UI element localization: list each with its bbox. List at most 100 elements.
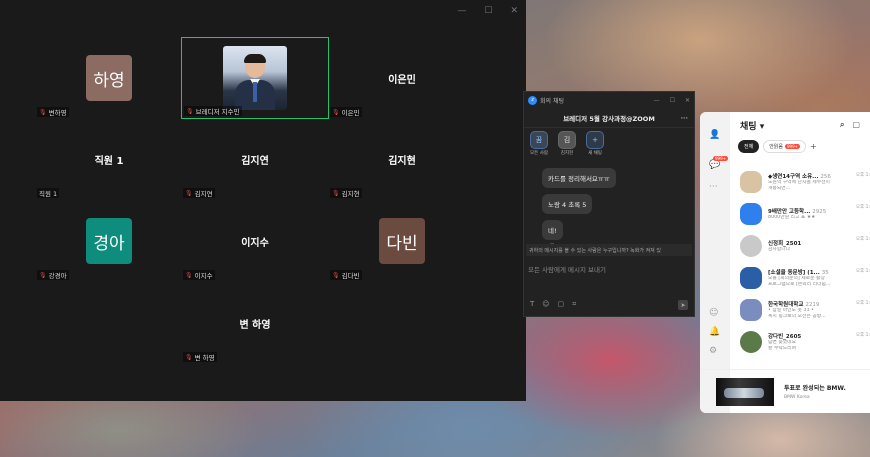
participant-name: 직원 1 (39, 190, 58, 198)
tab-label: 새 채팅 (588, 151, 602, 156)
participant-name: 이지수 (194, 272, 213, 280)
chat-input[interactable]: 모든 사람에게 메시지 보내기 (528, 264, 606, 274)
message-preview: 프로그램으로 [본외리 리더쉽... (768, 282, 831, 287)
page-title[interactable]: 채팅 ▾ (740, 119, 764, 132)
list-item[interactable]: [소셜클 동문방] (1... 35 오늘 [회의문의] 새로운 활장 프로그램으… (730, 262, 870, 294)
video-tile-jiyeon[interactable]: 김지연 🎙 김지연 (181, 118, 329, 200)
video-tile-jihyun[interactable]: 김지현 🎙 김지현 (328, 118, 476, 200)
avatar: 경아 (86, 218, 132, 264)
mic-muted-icon: 🎙 (185, 353, 193, 361)
participant-name: 김다빈 (341, 272, 360, 280)
mic-muted-icon: 🎙 (332, 108, 340, 116)
video-tile-speaker[interactable]: 🎙 브레디저 지수민 (181, 37, 329, 119)
speaker-video (223, 46, 287, 110)
ad-sponsor: BMW Korea (784, 395, 810, 400)
minimize-icon[interactable]: — (654, 97, 660, 104)
filter-label: 안읽음 (769, 143, 784, 150)
participant-label: 직원 1 (94, 155, 124, 167)
message-preview: 8000만원 리고 표 ★★ (768, 215, 816, 220)
mic-muted-icon: 🎙 (332, 271, 340, 279)
video-tile-eunmin[interactable]: 이은민 🎙 이은민 (328, 37, 476, 119)
new-chat-icon[interactable]: ▢ (852, 120, 860, 130)
everyone-icon: 꿈 (530, 131, 548, 149)
filter-unread[interactable]: 안읽음 999+ (763, 139, 807, 153)
timestamp: 오후 1: (855, 333, 870, 338)
list-item[interactable]: ◆생연14구역 소유... 256 노원역 구역에 단지별 세부선이 개봉되면..… (730, 166, 870, 198)
mic-muted-icon: 🎙 (185, 271, 193, 279)
video-tile-hayoung[interactable]: 하영 🎙 변하영 (35, 37, 183, 119)
maximize-icon[interactable]: ☐ (484, 6, 492, 16)
tab-label: 김지현 (560, 151, 574, 156)
send-icon[interactable]: ➤ (678, 300, 688, 310)
participant-label: 김지현 (388, 155, 416, 167)
list-item[interactable]: 신정희_2501 감사합니다 오후 1: (730, 230, 870, 262)
participant-name: 브레디저 지수민 (195, 108, 240, 116)
close-icon[interactable]: ✕ (685, 97, 690, 104)
participant-name: 변하영 (48, 109, 67, 117)
video-tile-staff1[interactable]: 직원 1 직원 1 (35, 118, 183, 200)
mic-muted-icon: 🎙 (39, 271, 47, 279)
more-icon[interactable]: ··· (709, 182, 718, 192)
plus-icon: + (586, 131, 604, 149)
chat-tab-everyone[interactable]: 꿈 모든 사람 (528, 131, 550, 158)
timestamp: 오후 1: (855, 205, 870, 210)
mic-muted-icon: 🎙 (332, 189, 340, 197)
tab-label: 모든 사람 (530, 151, 548, 156)
list-item[interactable]: 9배만안 고등학... 2925 8000만원 리고 표 ★★ 오후 1: (730, 198, 870, 230)
mic-muted-icon: 🎙 (39, 108, 47, 116)
avatar (740, 203, 762, 225)
timestamp: 오후 1: (855, 301, 870, 306)
kakao-sidebar: 👤 💬 999+ ··· ☺ 🔔 ⚙ (700, 112, 730, 413)
chat-message: 네! (542, 220, 563, 240)
participant-name: 김지연 (194, 190, 213, 198)
kakaotalk-window: 👤 💬 999+ ··· ☺ 🔔 ⚙ 채팅 ▾ ⌕ ▢ 전체 안읽음 999+ + … (700, 112, 870, 413)
mic-muted-icon: 🎙 (185, 189, 193, 197)
avatar: 다빈 (379, 218, 425, 264)
chat-message: 카드를 정리해서요ㅠㅠ (542, 168, 616, 188)
chat-list: ◆생연14구역 소유... 256 노원역 구역에 단지별 세부선이 개봉되면..… (730, 166, 870, 358)
maximize-icon[interactable]: ☐ (670, 97, 675, 104)
add-filter-icon[interactable]: + (810, 142, 817, 151)
emoticon-icon[interactable]: ☺ (709, 308, 718, 318)
close-icon[interactable]: ✕ (510, 6, 518, 16)
list-item[interactable]: 한국학원대학교 2219 • 삼일 마인도 옷 33 • 혹시 핑크보의 오전은 … (730, 294, 870, 326)
video-tile-jisu[interactable]: 이지수 🎙 이지수 (181, 200, 329, 282)
participant-label: 변 하영 (239, 319, 271, 331)
chat-tab-jihyun[interactable]: 김 김지현 (556, 131, 578, 158)
settings-icon[interactable]: ⚙ (709, 346, 717, 356)
video-tile-dabin[interactable]: 다빈 🎙 김다빈 (328, 200, 476, 282)
avatar (740, 299, 762, 321)
participant-name: 이은민 (341, 109, 360, 117)
message-preview: 혹시 핑크보의 오전은 공방... (768, 314, 826, 319)
minimize-icon[interactable]: — (457, 6, 466, 16)
screenshot-icon[interactable]: ⌗ (572, 300, 576, 310)
unread-count: 999+ (785, 143, 801, 149)
ad-image (716, 377, 774, 406)
emoji-icon[interactable]: ☺ (542, 300, 549, 310)
user-icon: 김 (558, 131, 576, 149)
chat-icon[interactable]: 💬 (709, 160, 720, 170)
video-tile-kyunga[interactable]: 경아 🎙 강경아 (35, 200, 183, 282)
zoom-logo-icon: z (528, 95, 537, 105)
message-list: 카드를 정리해서요ㅠㅠ 노랑 4 초록 5 네! ↩ ☺ ··· (542, 166, 692, 250)
participant-label: 이지수 (241, 237, 269, 249)
video-tile-byeon[interactable]: 변 하영 🎙 변 하영 (181, 282, 329, 364)
filter-all[interactable]: 전체 (738, 139, 760, 153)
chat-tab-new[interactable]: + 새 채팅 (584, 131, 606, 158)
chat-message: 노랑 4 초록 5 (542, 194, 593, 214)
participant-label: 김지연 (241, 155, 269, 167)
search-icon[interactable]: ⌕ (840, 120, 844, 130)
more-icon[interactable]: ··· (681, 114, 688, 122)
friends-icon[interactable]: 👤 (709, 130, 720, 140)
format-icon[interactable]: T (530, 300, 534, 310)
participant-name: 강경아 (48, 272, 67, 280)
advertisement-banner[interactable]: 투표로 완성되는 BMW. BMW Korea (700, 369, 870, 413)
avatar (740, 171, 762, 193)
meeting-chat-window: z 회의 채팅 — ☐ ✕ 브레디저 5월 강사과정@ZOOM ··· 꿈 모든 사… (523, 91, 695, 317)
bell-icon[interactable]: 🔔 (709, 327, 720, 337)
message-preview: 잘 부탁드리며 (768, 346, 797, 351)
file-icon[interactable]: ▢ (558, 300, 565, 310)
mic-muted-icon: 🎙 (186, 107, 194, 115)
privacy-notice: 귀하의 메시지를 볼 수 있는 사람은 누구입니까? 녹화가 켜져 있 (526, 244, 692, 256)
list-item[interactable]: 강다빈_2605 답변 늦었네요 잘 부탁드리며 오후 1: (730, 326, 870, 358)
